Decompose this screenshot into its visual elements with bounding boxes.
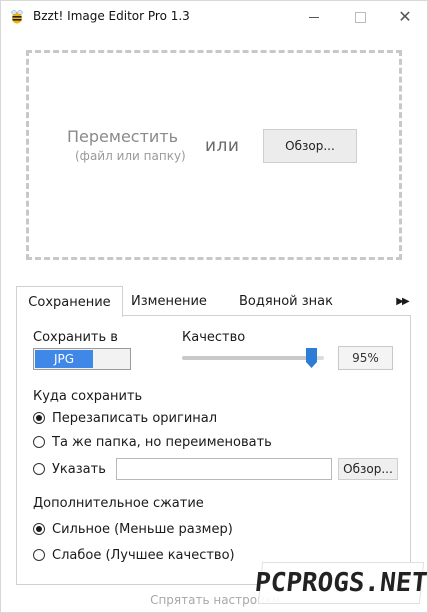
- minimize-button[interactable]: [291, 1, 337, 33]
- browse-button[interactable]: Обзор...: [263, 129, 357, 163]
- radio-unchecked-icon: [33, 549, 45, 561]
- drop-zone-hint: (файл или папку): [75, 149, 186, 163]
- compression-label: Дополнительное сжатие: [33, 496, 204, 511]
- quality-value-field[interactable]: 95%: [338, 346, 393, 370]
- minimize-icon: [309, 16, 319, 18]
- radio-label: Та же папка, но переименовать: [52, 434, 272, 450]
- maximize-button[interactable]: [337, 1, 383, 33]
- path-browse-button[interactable]: Обзор...: [338, 458, 398, 480]
- settings-tabs: Сохранение Изменение Водяной знак ▶▶: [16, 286, 411, 317]
- quality-slider-fill: [182, 356, 317, 360]
- radio-label: Перезаписать оригинал: [52, 410, 218, 426]
- window-title: Bzzt! Image Editor Pro 1.3: [33, 9, 190, 23]
- tab-resize[interactable]: Изменение: [129, 286, 209, 316]
- radio-label: Указать: [52, 461, 106, 477]
- format-toggle[interactable]: JPG: [33, 348, 131, 370]
- close-button[interactable]: ✕: [382, 1, 428, 33]
- drop-zone-move-text: Переместить: [67, 127, 179, 146]
- radio-unchecked-icon: [33, 436, 45, 448]
- app-window: Bzzt! Image Editor Pro 1.3 ✕ Переместить…: [0, 0, 428, 613]
- radio-same-folder-rename[interactable]: Та же папка, но переименовать: [33, 433, 272, 451]
- radio-checked-icon: [33, 412, 45, 424]
- output-path-input[interactable]: [116, 458, 332, 480]
- maximize-icon: [354, 11, 366, 23]
- radio-label: Сильное (Меньше размер): [52, 521, 233, 537]
- save-location-label: Куда сохранить: [33, 389, 143, 404]
- drop-zone-or: или: [205, 136, 240, 156]
- format-toggle-value: JPG: [35, 350, 93, 368]
- radio-label: Слабое (Лучшее качество): [52, 547, 235, 563]
- quality-label: Качество: [182, 330, 246, 345]
- save-in-label: Сохранить в: [33, 330, 118, 345]
- site-watermark: PCPROGS.NET: [253, 562, 428, 604]
- radio-unchecked-icon: [33, 463, 45, 475]
- radio-strong-compression[interactable]: Сильное (Меньше размер): [33, 520, 233, 538]
- bee-app-icon: [9, 9, 25, 25]
- title-bar: Bzzt! Image Editor Pro 1.3 ✕: [1, 1, 427, 33]
- radio-specify-folder[interactable]: Указать: [33, 460, 106, 478]
- radio-overwrite-original[interactable]: Перезаписать оригинал: [33, 409, 217, 427]
- quality-slider-track[interactable]: [182, 356, 324, 360]
- close-icon: ✕: [398, 7, 412, 26]
- radio-weak-compression[interactable]: Слабое (Лучшее качество): [33, 546, 235, 564]
- tabs-scroll-right-icon[interactable]: ▶▶: [393, 286, 411, 316]
- radio-checked-icon: [33, 523, 45, 535]
- tab-watermark[interactable]: Водяной знак: [227, 286, 345, 316]
- tab-save[interactable]: Сохранение: [16, 286, 123, 317]
